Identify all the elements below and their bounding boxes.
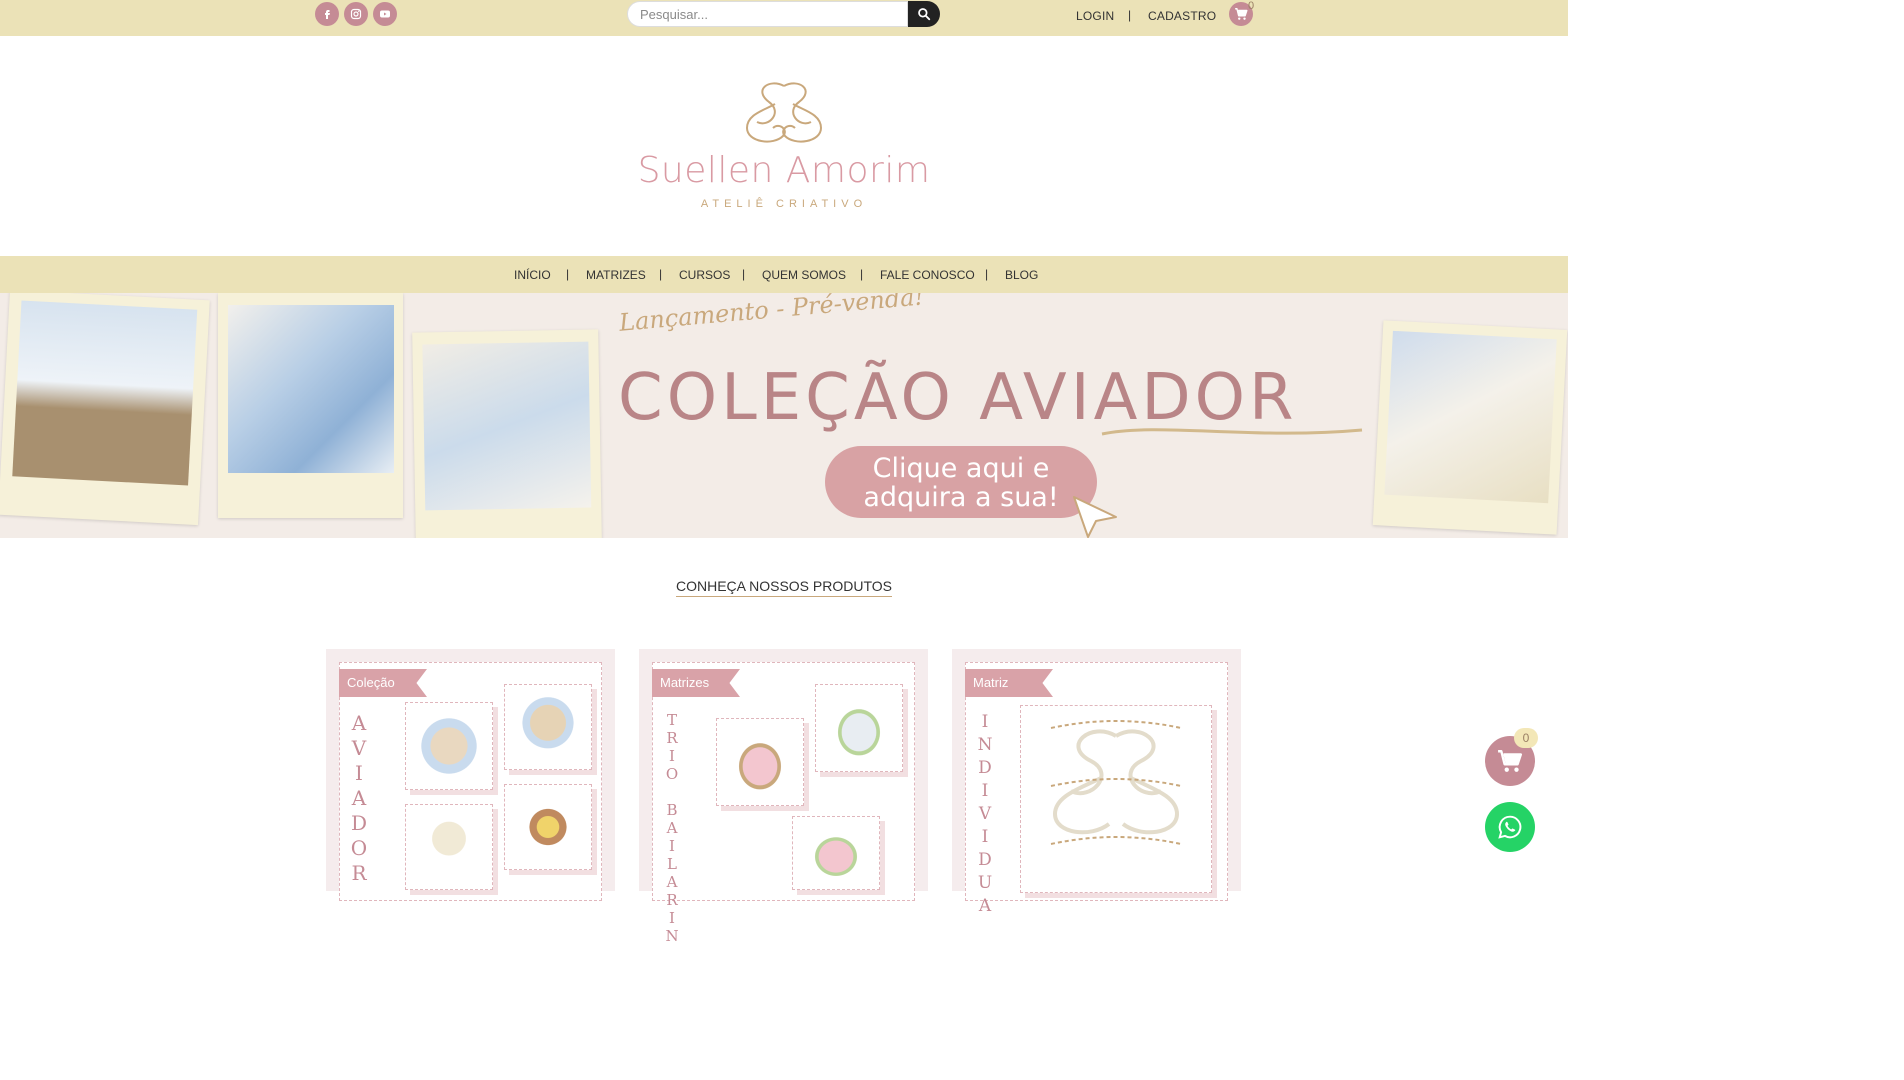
nav-separator: | <box>860 267 864 281</box>
nav-separator: | <box>985 267 989 281</box>
site-logo[interactable]: Suellen Amorim ATELIÊ CRIATIVO <box>600 80 968 220</box>
card-vertical-title: TRIOBAILARIN <box>665 711 679 945</box>
banner-photo-2 <box>218 293 403 518</box>
top-separator: | <box>1128 8 1132 22</box>
youtube-icon <box>380 10 390 18</box>
nav-separator: | <box>566 267 570 281</box>
card-thumbnail <box>716 718 804 806</box>
products-section-title-text: CONHEÇA NOSSOS PRODUTOS <box>675 578 892 597</box>
product-card[interactable]: Matriz INDIVIDUA <box>952 649 1241 916</box>
whatsapp-icon <box>1498 815 1522 839</box>
card-tag: Matriz <box>965 669 1053 697</box>
top-bar: LOGIN | CADASTRO 0 <box>0 0 1568 36</box>
cart-icon <box>1235 8 1248 20</box>
card-thumbnail <box>504 784 592 870</box>
search-input[interactable] <box>627 1 908 27</box>
product-card[interactable]: Matrizes TRIOBAILARIN <box>639 649 928 945</box>
card-tag: Matrizes <box>652 669 740 697</box>
card-tag: Coleção <box>339 669 427 697</box>
banner-cta-line2: adquira a sua! <box>863 482 1059 513</box>
card-thumbnail <box>1020 705 1212 893</box>
nav-item-quem-somos[interactable]: QUEM SOMOS <box>762 268 846 282</box>
instagram-icon <box>350 8 362 20</box>
cursor-arrow-icon <box>1073 496 1117 538</box>
card-vertical-title: INDIVIDUA <box>977 712 993 916</box>
main-nav: INÍCIO | MATRIZES | CURSOS | QUEM SOMOS … <box>0 256 1568 293</box>
nav-item-inicio[interactable]: INÍCIO <box>514 268 551 282</box>
banner-cta-line1: Clique aqui e <box>872 453 1050 484</box>
banner-photo-4 <box>1372 320 1568 535</box>
product-card[interactable]: Coleção AVIADOR <box>326 649 615 901</box>
hero-banner[interactable]: Lançamento - Pré-venda! COLEÇÃO AVIADOR … <box>0 293 1568 538</box>
products-section-title: CONHEÇA NOSSOS PRODUTOS <box>0 578 1568 597</box>
banner-swoosh <box>1101 428 1363 436</box>
card-vertical-title: AVIADOR <box>350 711 368 885</box>
cart-icon <box>1498 750 1523 772</box>
search-button[interactable] <box>908 1 940 27</box>
banner-photo-1 <box>0 293 210 526</box>
nav-separator: | <box>659 267 663 281</box>
banner-subtitle: Lançamento - Pré-venda! <box>618 293 926 337</box>
search-bar <box>627 1 940 27</box>
logo-monogram <box>745 82 823 143</box>
card-thumbnail <box>405 804 493 890</box>
logo-tagline: ATELIÊ CRIATIVO <box>700 198 868 210</box>
banner-cta-button[interactable]: Clique aqui e adquira a sua! <box>825 446 1097 518</box>
floating-cart-count: 0 <box>1514 728 1538 748</box>
search-icon <box>918 8 931 21</box>
logo-name: Suellen Amorim <box>637 150 931 191</box>
card-thumbnail <box>405 702 493 790</box>
instagram-link[interactable] <box>344 2 368 26</box>
header-cart-count: 0 <box>1248 0 1255 12</box>
facebook-link[interactable] <box>315 2 339 26</box>
whatsapp-button[interactable] <box>1485 802 1535 852</box>
card-thumbnail <box>815 684 903 772</box>
facebook-icon <box>325 10 330 19</box>
card-thumbnail <box>504 684 592 770</box>
monogram-embroidery-image <box>1050 720 1182 845</box>
nav-item-cursos[interactable]: CURSOS <box>679 268 730 282</box>
nav-item-blog[interactable]: BLOG <box>1005 268 1038 282</box>
card-thumbnail <box>792 816 880 890</box>
banner-photo-3 <box>412 329 602 538</box>
youtube-link[interactable] <box>373 2 397 26</box>
nav-item-matrizes[interactable]: MATRIZES <box>586 268 646 282</box>
nav-separator: | <box>742 267 746 281</box>
nav-item-fale-conosco[interactable]: FALE CONOSCO <box>880 268 975 282</box>
register-link[interactable]: CADASTRO <box>1148 9 1216 23</box>
login-link[interactable]: LOGIN <box>1076 9 1114 23</box>
